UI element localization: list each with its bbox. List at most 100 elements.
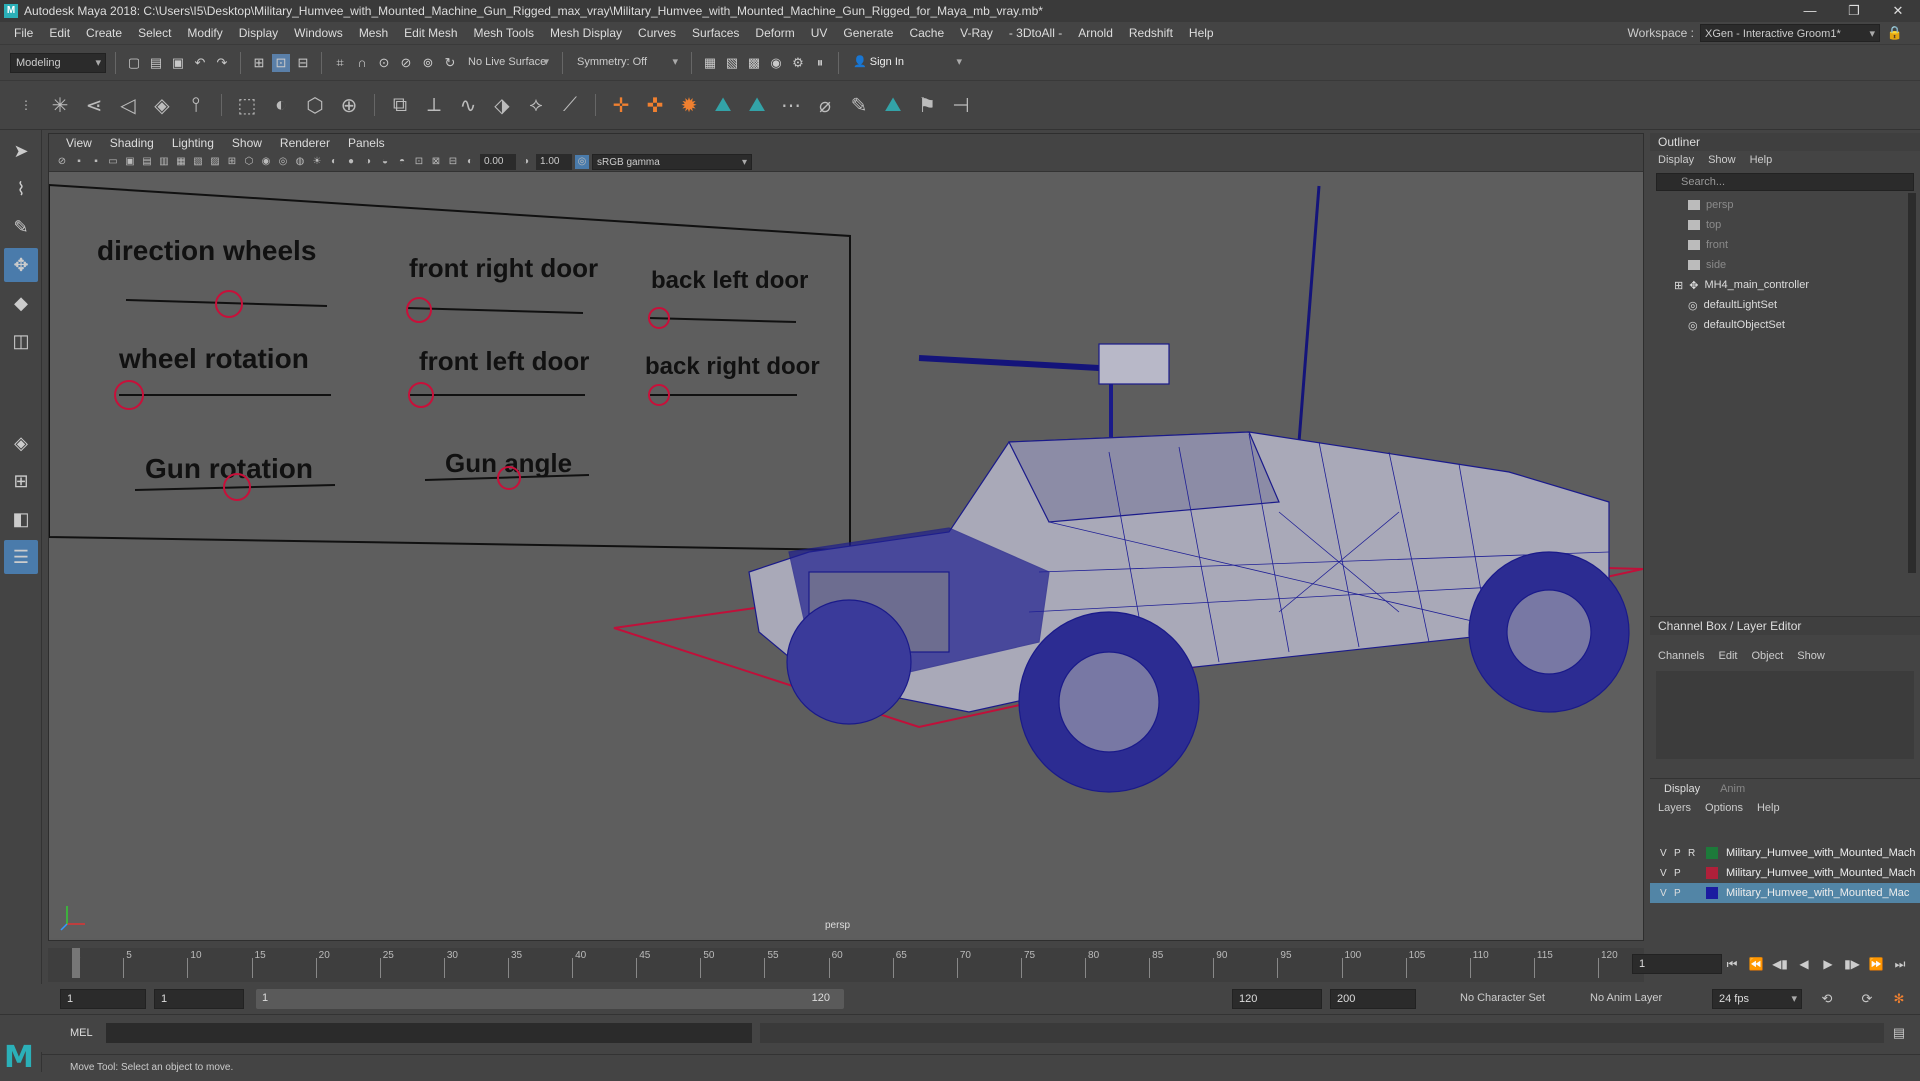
shadows-icon[interactable]: ◐ bbox=[327, 155, 341, 169]
select-tool-icon[interactable]: ➤ bbox=[4, 134, 38, 168]
channel-menu-channels[interactable]: Channels bbox=[1658, 650, 1704, 662]
step-back-frame-icon[interactable]: ◀▮ bbox=[1770, 954, 1790, 974]
outliner-item[interactable]: ⊞ ✥ MH4_main_controller bbox=[1650, 275, 1920, 295]
outliner-item[interactable]: ◎ defaultLightSet bbox=[1650, 295, 1920, 315]
color-space-dropdown[interactable]: sRGB gamma bbox=[592, 153, 752, 171]
film-gate-icon[interactable]: ▣ bbox=[123, 155, 137, 169]
select-component-icon[interactable]: ⊟ bbox=[294, 54, 312, 72]
menu-arnold[interactable]: Arnold bbox=[1070, 26, 1121, 40]
viewport-menu-show[interactable]: Show bbox=[223, 136, 271, 150]
snap-view-icon[interactable]: ⊘ bbox=[397, 54, 415, 72]
bookmark-icon[interactable]: ▪ bbox=[89, 155, 103, 169]
start-time-field[interactable]: 1 bbox=[60, 989, 146, 1009]
lattice-icon[interactable]: ⬗ bbox=[488, 91, 516, 119]
extrude-icon[interactable]: ⬚ bbox=[233, 91, 261, 119]
menu-3dtoall[interactable]: - 3DtoAll - bbox=[1001, 26, 1070, 40]
menu-mesh-tools[interactable]: Mesh Tools bbox=[466, 26, 542, 40]
single-view-icon[interactable]: ◈ bbox=[4, 426, 38, 460]
gamma-icon[interactable]: ◑ bbox=[519, 155, 533, 169]
layer-reference-toggle[interactable]: R bbox=[1688, 848, 1698, 859]
anti-alias-icon[interactable]: ◒ bbox=[378, 155, 392, 169]
menu-deform[interactable]: Deform bbox=[747, 26, 802, 40]
image-plane-icon[interactable]: ▭ bbox=[106, 155, 120, 169]
ipr-render-icon[interactable]: ◉ bbox=[767, 54, 785, 72]
paint-select-icon[interactable]: ✎ bbox=[4, 210, 38, 244]
layer-color-swatch[interactable] bbox=[1706, 887, 1718, 899]
snap-point-icon[interactable]: ⊙ bbox=[375, 54, 393, 72]
command-input[interactable] bbox=[106, 1023, 752, 1043]
separate-icon[interactable]: ⊕ bbox=[335, 91, 363, 119]
outliner-layout-icon[interactable]: ☰ bbox=[4, 540, 38, 574]
menu-uv[interactable]: UV bbox=[803, 26, 836, 40]
select-hierarchy-icon[interactable]: ⊞ bbox=[250, 54, 268, 72]
maximize-button[interactable]: ❐ bbox=[1832, 0, 1876, 22]
bridge-icon[interactable]: ◐ bbox=[267, 91, 295, 119]
menu-redshift[interactable]: Redshift bbox=[1121, 26, 1181, 40]
play-backwards-icon[interactable]: ◀ bbox=[1794, 954, 1814, 974]
rotate-tool-icon[interactable]: ◆ bbox=[4, 286, 38, 320]
lasso-tool-icon[interactable]: ⌇ bbox=[4, 172, 38, 206]
blank-slot-icon[interactable]: ⋯ bbox=[777, 91, 805, 119]
script-editor-icon[interactable]: ▤ bbox=[1890, 1024, 1908, 1042]
expand-icon[interactable]: ⊞ bbox=[1674, 279, 1683, 292]
viewport-scene[interactable]: direction wheels front right door back l… bbox=[48, 172, 1644, 938]
layer-menu-help[interactable]: Help bbox=[1757, 802, 1780, 814]
layer-row[interactable]: V P Military_Humvee_with_Mounted_Mach bbox=[1650, 863, 1920, 883]
scale-tool-icon[interactable]: ◫ bbox=[4, 324, 38, 358]
combine-icon[interactable]: ⬡ bbox=[301, 91, 329, 119]
paint-icon[interactable]: ⛰ bbox=[743, 91, 771, 119]
snap-pivot-icon[interactable]: ✜ bbox=[641, 91, 669, 119]
range-slider[interactable]: 1 120 bbox=[256, 989, 844, 1009]
new-scene-icon[interactable]: ▢ bbox=[125, 54, 143, 72]
layer-playback-toggle[interactable]: P bbox=[1674, 848, 1684, 859]
outliner-scrollbar[interactable] bbox=[1908, 193, 1916, 573]
tab-display[interactable]: Display bbox=[1656, 781, 1708, 797]
four-view-icon[interactable]: ⊞ bbox=[4, 464, 38, 498]
mel-label[interactable]: MEL bbox=[70, 1027, 93, 1039]
isolate-select-icon[interactable]: ⊡ bbox=[412, 155, 426, 169]
sculpt-icon[interactable]: ✎ bbox=[845, 91, 873, 119]
menu-mesh-display[interactable]: Mesh Display bbox=[542, 26, 630, 40]
layer-color-swatch[interactable] bbox=[1706, 867, 1718, 879]
minimize-button[interactable]: — bbox=[1788, 0, 1832, 22]
menu-select[interactable]: Select bbox=[130, 26, 179, 40]
tab-anim[interactable]: Anim bbox=[1712, 781, 1753, 797]
insert-edge-icon[interactable]: ⟋ bbox=[556, 91, 584, 119]
live-surface-dropdown[interactable]: No Live Surface bbox=[463, 52, 553, 73]
menu-generate[interactable]: Generate bbox=[835, 26, 901, 40]
menu-mesh[interactable]: Mesh bbox=[351, 26, 396, 40]
close-button[interactable]: ✕ bbox=[1876, 0, 1920, 22]
layer-menu-options[interactable]: Options bbox=[1705, 802, 1743, 814]
resolution-gate-icon[interactable]: ▤ bbox=[140, 155, 154, 169]
lock-icon[interactable]: 🔒 bbox=[1886, 24, 1904, 42]
playback-start-field[interactable]: 1 bbox=[154, 989, 244, 1009]
auto-key-icon[interactable]: ⟳ bbox=[1858, 990, 1876, 1008]
go-to-end-icon[interactable]: ⏭ bbox=[1890, 954, 1910, 974]
outliner-item[interactable]: persp bbox=[1650, 195, 1920, 215]
menu-surfaces[interactable]: Surfaces bbox=[684, 26, 747, 40]
exposure-field[interactable]: 0.00 bbox=[480, 153, 516, 170]
snap-rotate-icon[interactable]: ↻ bbox=[441, 54, 459, 72]
channel-menu-edit[interactable]: Edit bbox=[1718, 650, 1737, 662]
gamma-field[interactable]: 1.00 bbox=[536, 153, 572, 170]
gate-mask-icon[interactable]: ▥ bbox=[157, 155, 171, 169]
curve-icon[interactable]: ∿ bbox=[454, 91, 482, 119]
layer-playback-toggle[interactable]: P bbox=[1674, 868, 1684, 879]
joint-icon[interactable]: ⫯ bbox=[182, 91, 210, 119]
wireframe-icon[interactable]: ⬡ bbox=[242, 155, 256, 169]
select-camera-icon[interactable]: ⊘ bbox=[55, 155, 69, 169]
shelf-handle-icon[interactable]: ⋮ bbox=[12, 91, 40, 119]
render-view-icon[interactable]: ▩ bbox=[745, 54, 763, 72]
wireframe-on-shaded-icon[interactable]: ◎ bbox=[276, 155, 290, 169]
layer-color-swatch[interactable] bbox=[1706, 847, 1718, 859]
step-forward-key-icon[interactable]: ⏩ bbox=[1866, 954, 1886, 974]
bevel-icon[interactable]: ⧉ bbox=[386, 91, 414, 119]
smooth-shade-icon[interactable]: ◉ bbox=[259, 155, 273, 169]
render-settings-icon[interactable]: ⚙ bbox=[789, 54, 807, 72]
save-scene-icon[interactable]: ▣ bbox=[169, 54, 187, 72]
character-set-dropdown[interactable]: No Character Set bbox=[1460, 992, 1545, 1004]
viewport-menu-lighting[interactable]: Lighting bbox=[163, 136, 223, 150]
redo-icon[interactable]: ↷ bbox=[213, 54, 231, 72]
menu-file[interactable]: File bbox=[6, 26, 41, 40]
align-icon[interactable]: ⊣ bbox=[947, 91, 975, 119]
